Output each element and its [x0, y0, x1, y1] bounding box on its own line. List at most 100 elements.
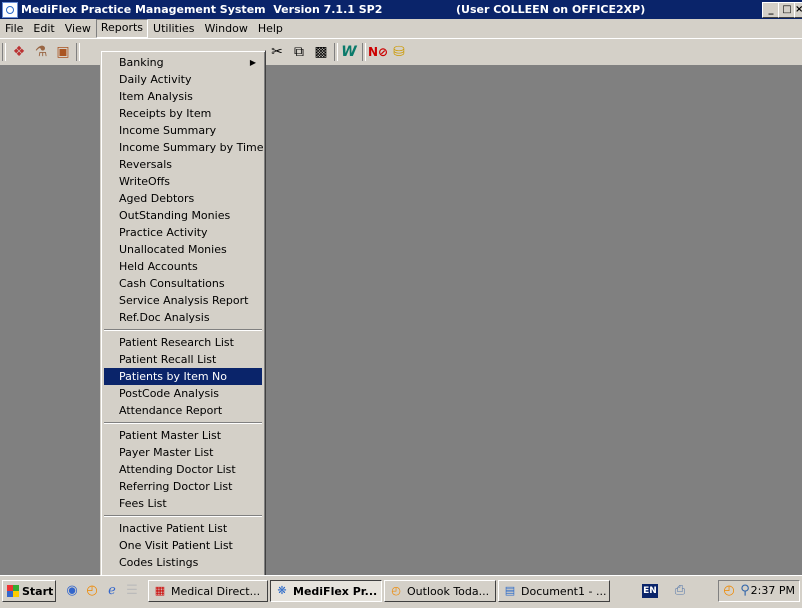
windows-logo-icon [7, 585, 19, 597]
menu-item-label: Fees List [119, 497, 167, 510]
task-mediflex[interactable]: ❋ MediFlex Pr... [270, 580, 382, 602]
menu-item-income-summary[interactable]: Income Summary [104, 122, 262, 139]
menu-item-label: Attendance Report [119, 404, 223, 417]
ie-icon[interactable]: ℯ [104, 583, 120, 599]
lock-icon[interactable]: ⛁ [390, 43, 408, 61]
menu-item-referring-doctor-list[interactable]: Referring Doctor List [104, 478, 262, 495]
menu-item-label: PostCode Analysis [119, 387, 219, 400]
menu-item-patient-research-list[interactable]: Patient Research List [104, 334, 262, 351]
menu-item-label: Daily Activity [119, 73, 192, 86]
task-label: MediFlex Pr... [293, 585, 378, 598]
menu-edit[interactable]: Edit [28, 20, 59, 37]
menu-item-inactive-patient-list[interactable]: Inactive Patient List [104, 520, 262, 537]
menu-item-item-analysis[interactable]: Item Analysis [104, 88, 262, 105]
menu-item-aged-debtors[interactable]: Aged Debtors [104, 190, 262, 207]
menu-item-label: OutStanding Monies [119, 209, 231, 222]
reports-dropdown-menu: Banking ▶ Daily Activity Item Analysis Recei… [100, 50, 266, 577]
toolbar-separator [76, 43, 80, 61]
menu-item-patient-master-list[interactable]: Patient Master List [104, 427, 262, 444]
menu-reports[interactable]: Reports [95, 19, 149, 38]
menu-item-label: One Visit Patient List [119, 539, 233, 552]
menu-item-outstanding-monies[interactable]: OutStanding Monies [104, 207, 262, 224]
patients-icon[interactable]: ❖ [10, 43, 28, 61]
close-button[interactable]: × [794, 2, 802, 18]
menu-item-daily-activity[interactable]: Daily Activity [104, 71, 262, 88]
menu-item-attendance-report[interactable]: Attendance Report [104, 402, 262, 419]
menu-item-label: Held Accounts [119, 260, 198, 273]
menu-item-label: Practice Activity [119, 226, 208, 239]
menu-item-reversals[interactable]: Reversals [104, 156, 262, 173]
menu-item-label: Patient Recall List [119, 353, 217, 366]
menu-item-label: Payer Master List [119, 446, 214, 459]
menu-item-codes-listings[interactable]: Codes Listings [104, 554, 262, 571]
menu-item-label: Receipts by Item [119, 107, 212, 120]
menu-item-unallocated-monies[interactable]: Unallocated Monies [104, 241, 262, 258]
menu-item-service-analysis-report[interactable]: Service Analysis Report [104, 292, 262, 309]
menu-item-label: Cash Consultations [119, 277, 225, 290]
menu-item-label: Ref.Doc Analysis [119, 311, 210, 324]
menu-bar: File Edit View Reports Utilities Window … [0, 19, 802, 38]
menu-item-fees-list[interactable]: Fees List [104, 495, 262, 512]
menu-item-patients-by-item-no[interactable]: Patients by Item No [104, 368, 262, 385]
cut-icon[interactable]: ✂ [268, 43, 286, 61]
toolbar-separator [334, 43, 338, 61]
printer-icon[interactable]: ⎙ [672, 583, 688, 599]
menu-item-postcode-analysis[interactable]: PostCode Analysis [104, 385, 262, 402]
task-document1[interactable]: ▤ Document1 - ... [498, 580, 610, 602]
doctor-icon[interactable]: ⚗ [32, 43, 50, 61]
menu-item-label: Patient Master List [119, 429, 222, 442]
desktop-icon[interactable]: ☰ [124, 583, 140, 599]
menu-item-practice-activity[interactable]: Practice Activity [104, 224, 262, 241]
menu-item-label: Service Analysis Report [119, 294, 249, 307]
menu-item-patient-recall-list[interactable]: Patient Recall List [104, 351, 262, 368]
menu-item-cash-consultations[interactable]: Cash Consultations [104, 275, 262, 292]
task-medical-direct[interactable]: ▦ Medical Direct... [148, 580, 268, 602]
menu-item-attending-doctor-list[interactable]: Attending Doctor List [104, 461, 262, 478]
menu-item-receipts-by-item[interactable]: Receipts by Item [104, 105, 262, 122]
menu-item-income-summary-by-time[interactable]: Income Summary by Time [104, 139, 264, 156]
menu-item-writeoffs[interactable]: WriteOffs [104, 173, 262, 190]
language-indicator[interactable]: EN [642, 584, 658, 598]
toolbar-grip [2, 43, 6, 61]
toolbar-separator [362, 43, 366, 61]
menu-file[interactable]: File [0, 20, 28, 37]
no-entry-icon[interactable]: N⊘ [368, 43, 388, 61]
window-user-info: (User COLLEEN on OFFICE2XP) [456, 3, 646, 16]
task-outlook-today[interactable]: ◴ Outlook Toda... [384, 580, 496, 602]
menu-separator [104, 422, 262, 424]
task-label: Medical Direct... [171, 585, 261, 598]
paste-icon[interactable]: ▩ [312, 43, 330, 61]
start-button[interactable]: Start [2, 580, 56, 602]
submenu-arrow-icon: ▶ [249, 58, 256, 67]
medical-direct-icon: ▦ [154, 584, 166, 597]
system-tray: ◴ ⚲ 2:37 PM [718, 580, 800, 602]
browser-icon[interactable]: ◉ [64, 583, 80, 599]
menu-utilities[interactable]: Utilities [148, 20, 199, 37]
menu-item-ref-doc-analysis[interactable]: Ref.Doc Analysis [104, 309, 262, 326]
menu-item-payer-master-list[interactable]: Payer Master List [104, 444, 262, 461]
book-icon[interactable]: ▣ [54, 43, 72, 61]
menu-view[interactable]: View [60, 20, 96, 37]
menu-item-label: Patient Research List [119, 336, 234, 349]
title-bar[interactable]: MediFlex Practice Management System Vers… [0, 0, 802, 19]
menu-item-label: Item Analysis [119, 90, 193, 103]
menu-item-label: Reversals [119, 158, 172, 171]
clock[interactable]: 2:37 PM [751, 581, 795, 601]
menu-item-one-visit-patient-list[interactable]: One Visit Patient List [104, 537, 262, 554]
menu-item-held-accounts[interactable]: Held Accounts [104, 258, 262, 275]
copy-icon[interactable]: ⧉ [290, 43, 308, 61]
outlook-today-icon[interactable]: ◴ [84, 583, 100, 599]
app-icon[interactable] [2, 1, 18, 18]
menu-item-label: Referring Doctor List [119, 480, 233, 493]
menu-item-label: Income Summary by Time [119, 141, 264, 154]
word-icon[interactable]: W [340, 43, 358, 61]
menu-item-label: Codes Listings [119, 556, 199, 569]
menu-item-label: Income Summary [119, 124, 217, 137]
menu-item-label: Inactive Patient List [119, 522, 228, 535]
window-title: MediFlex Practice Management System Vers… [21, 3, 383, 16]
menu-help[interactable]: Help [253, 20, 288, 37]
menu-separator [104, 329, 262, 331]
menu-item-banking[interactable]: Banking ▶ [104, 54, 262, 71]
outlook-tray-icon[interactable]: ◴ [721, 583, 737, 599]
menu-window[interactable]: Window [199, 20, 252, 37]
